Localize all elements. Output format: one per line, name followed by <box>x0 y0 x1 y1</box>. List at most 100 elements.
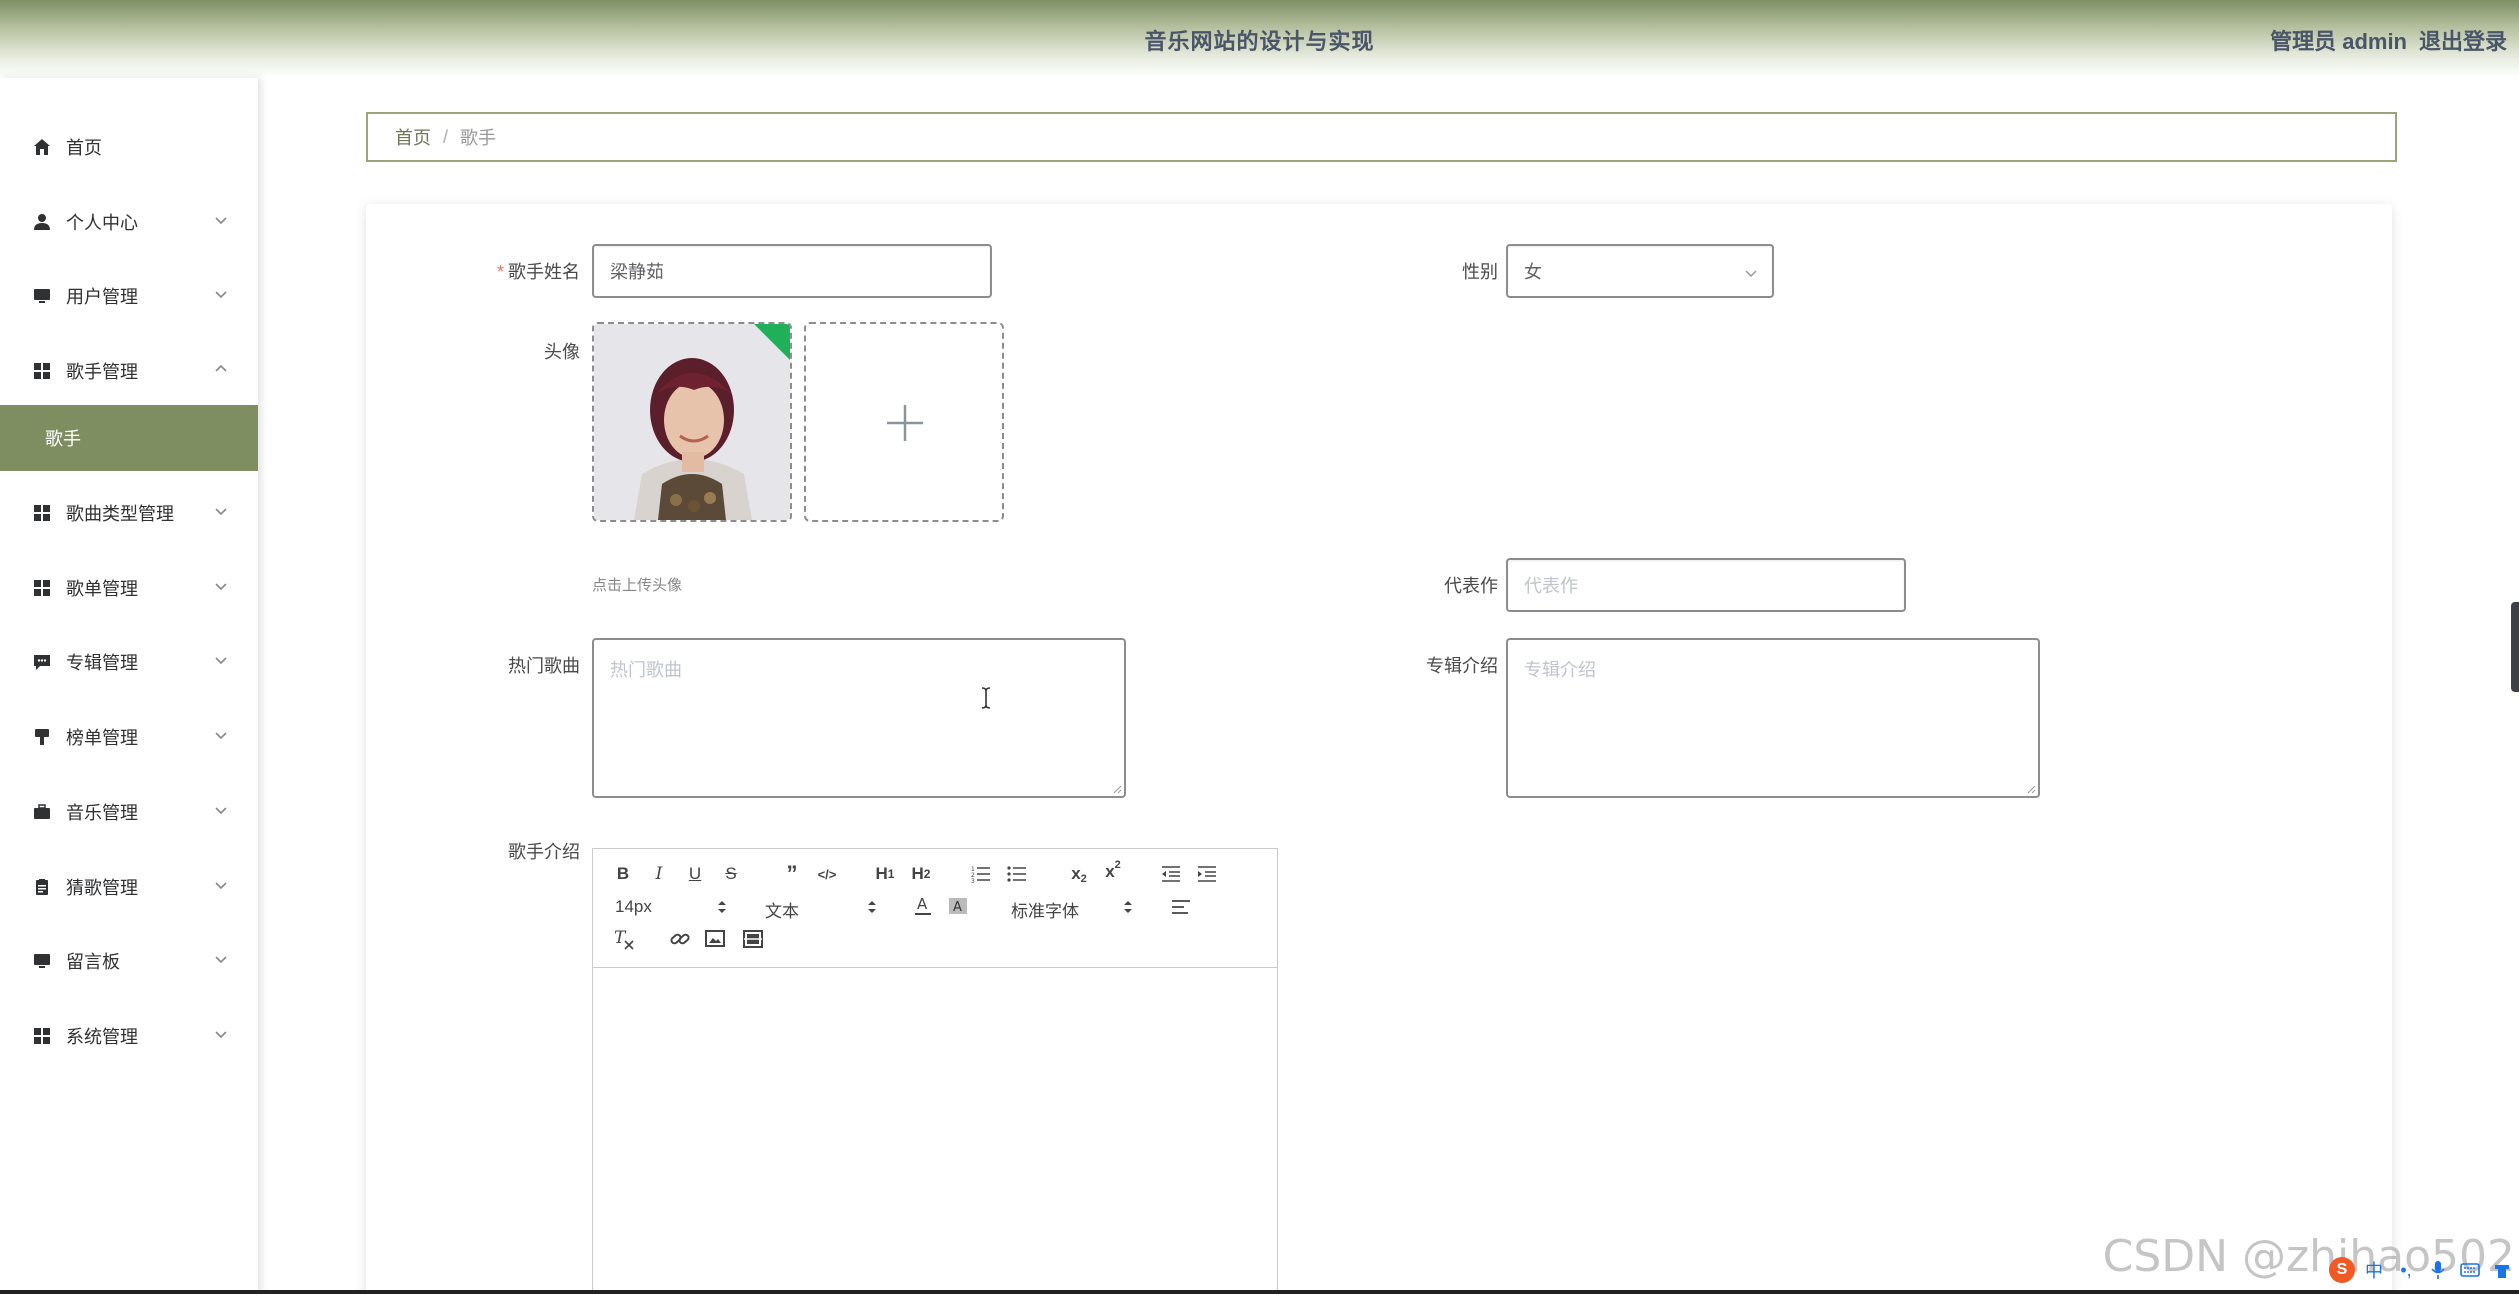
font-color-icon[interactable]: A <box>913 895 933 917</box>
album-intro-textarea[interactable]: 专辑介绍 <box>1506 638 2040 798</box>
singer-name-input[interactable]: 梁静茹 <box>592 244 992 298</box>
singer-intro-label: 歌手介绍 <box>508 842 580 862</box>
user-icon <box>32 212 52 232</box>
microphone-icon[interactable] <box>2425 1257 2451 1283</box>
singer-intro-editor: B I U S ” </> H1 H2 123 x2 x2 14px 文本 A <box>592 848 1278 1294</box>
avatar-label: 头像 <box>544 342 580 362</box>
resize-handle-icon[interactable] <box>2026 784 2036 794</box>
sidebar-item-singer-management[interactable]: 歌手管理 <box>0 334 258 408</box>
sidebar-item-user-management[interactable]: 用户管理 <box>0 259 258 333</box>
text-type-select[interactable]: 文本 <box>765 897 799 922</box>
clear-format-icon[interactable]: T <box>613 927 635 951</box>
ime-toolbar: S 中 •, <box>2329 1252 2519 1288</box>
sidebar-item-chart-management[interactable]: 榜单管理 <box>0 700 258 774</box>
masterpiece-input[interactable]: 代表作 <box>1506 558 1906 612</box>
heading2-icon[interactable]: H2 <box>907 863 935 885</box>
outdent-icon[interactable] <box>1161 865 1181 883</box>
grid-icon <box>32 578 52 598</box>
monitor-icon <box>32 286 52 306</box>
indent-icon[interactable] <box>1197 865 1217 883</box>
select-arrows-icon <box>718 901 726 913</box>
blockquote-icon[interactable]: ” <box>781 861 803 886</box>
brush-icon <box>32 727 52 747</box>
resize-handle-icon[interactable] <box>1112 784 1122 794</box>
sidebar-item-guess-song-management[interactable]: 猜歌管理 <box>0 850 258 924</box>
chevron-down-icon <box>215 217 227 225</box>
superscript-icon[interactable]: x2 <box>1101 859 1125 883</box>
video-icon[interactable] <box>743 929 763 949</box>
sidebar-item-personal-center[interactable]: 个人中心 <box>0 185 258 259</box>
sidebar-item-system-management[interactable]: 系统管理 <box>0 999 258 1073</box>
chevron-down-icon <box>215 583 227 591</box>
avatar-upload-button[interactable] <box>804 322 1004 522</box>
keyboard-icon[interactable] <box>2457 1257 2483 1283</box>
font-family-select[interactable]: 标准字体 <box>1011 897 1079 922</box>
italic-icon[interactable]: I <box>649 863 669 885</box>
bottom-edge <box>0 1290 2519 1294</box>
home-icon <box>32 137 52 157</box>
heading1-icon[interactable]: H1 <box>871 863 899 885</box>
sidebar-item-label: 个人中心 <box>66 213 138 233</box>
gender-select[interactable]: 女 <box>1506 244 1774 298</box>
avatar-preview[interactable] <box>592 322 792 522</box>
underline-icon[interactable]: U <box>685 863 705 885</box>
sidebar-item-album-management[interactable]: 专辑管理 <box>0 625 258 699</box>
breadcrumb: 首页 / 歌手 <box>366 112 2397 162</box>
sidebar-item-home[interactable]: 首页 <box>0 110 258 184</box>
sidebar-item-label: 首页 <box>66 138 102 158</box>
align-left-icon[interactable] <box>1171 899 1191 915</box>
hot-songs-textarea[interactable]: 热门歌曲 <box>592 638 1126 798</box>
chevron-up-icon <box>215 364 227 372</box>
svg-text:A: A <box>917 895 928 913</box>
select-arrows-icon <box>1124 901 1132 913</box>
chevron-down-icon <box>215 1031 227 1039</box>
monitor-icon <box>32 951 52 971</box>
sidebar-item-playlist-management[interactable]: 歌单管理 <box>0 551 258 625</box>
bold-icon[interactable]: B <box>613 863 633 885</box>
grid-icon <box>32 1026 52 1046</box>
bullet-list-icon[interactable] <box>1007 865 1027 883</box>
sidebar-item-label: 系统管理 <box>66 1027 138 1047</box>
ime-logo-icon[interactable]: S <box>2329 1257 2355 1283</box>
sidebar-item-label: 歌曲类型管理 <box>66 504 174 524</box>
breadcrumb-separator: / <box>443 126 449 147</box>
background-color-icon[interactable]: A <box>947 895 969 917</box>
ime-chinese-mode-icon[interactable]: 中 <box>2361 1257 2387 1283</box>
briefcase-icon <box>32 802 52 822</box>
plus-icon <box>887 405 923 441</box>
sidebar-item-song-type-management[interactable]: 歌曲类型管理 <box>0 476 258 550</box>
album-intro-label: 专辑介绍 <box>1426 656 1498 676</box>
sidebar-item-music-management[interactable]: 音乐管理 <box>0 775 258 849</box>
sidebar-item-label: 专辑管理 <box>66 653 138 673</box>
sidebar-item-label: 用户管理 <box>66 287 138 307</box>
ordered-list-icon[interactable]: 123 <box>971 865 991 883</box>
grid-icon <box>32 503 52 523</box>
code-block-icon[interactable]: </> <box>815 863 839 885</box>
strikethrough-icon[interactable]: S <box>721 863 741 885</box>
masterpiece-label: 代表作 <box>1444 576 1498 596</box>
sidebar-item-message-board[interactable]: 留言板 <box>0 924 258 998</box>
sidebar-subitem-singer[interactable]: 歌手 <box>0 405 258 471</box>
select-arrows-icon <box>868 901 876 913</box>
link-icon[interactable] <box>669 929 691 949</box>
logout-link[interactable]: 退出登录 <box>2419 24 2507 56</box>
sidebar-item-label: 榜单管理 <box>66 728 138 748</box>
chevron-down-icon <box>215 657 227 665</box>
subscript-icon[interactable]: x2 <box>1067 863 1091 885</box>
chevron-down-icon <box>215 882 227 890</box>
app-title: 音乐网站的设计与实现 <box>1144 29 1375 54</box>
ime-punctuation-icon[interactable]: •, <box>2393 1257 2419 1283</box>
required-asterisk: * <box>496 262 504 282</box>
side-scroll-handle[interactable] <box>2511 602 2519 692</box>
chevron-down-icon <box>215 807 227 815</box>
hot-songs-placeholder: 热门歌曲 <box>610 660 682 680</box>
album-intro-placeholder: 专辑介绍 <box>1524 660 1596 680</box>
avatar-upload-hint: 点击上传头像 <box>592 577 683 594</box>
image-icon[interactable] <box>705 929 725 949</box>
breadcrumb-home[interactable]: 首页 <box>395 124 431 150</box>
sidebar-item-label: 留言板 <box>66 952 120 972</box>
grid-icon <box>32 361 52 381</box>
editor-content-area[interactable] <box>593 968 1277 1294</box>
ime-skin-icon[interactable] <box>2489 1257 2515 1283</box>
font-size-select[interactable]: 14px <box>615 897 652 917</box>
